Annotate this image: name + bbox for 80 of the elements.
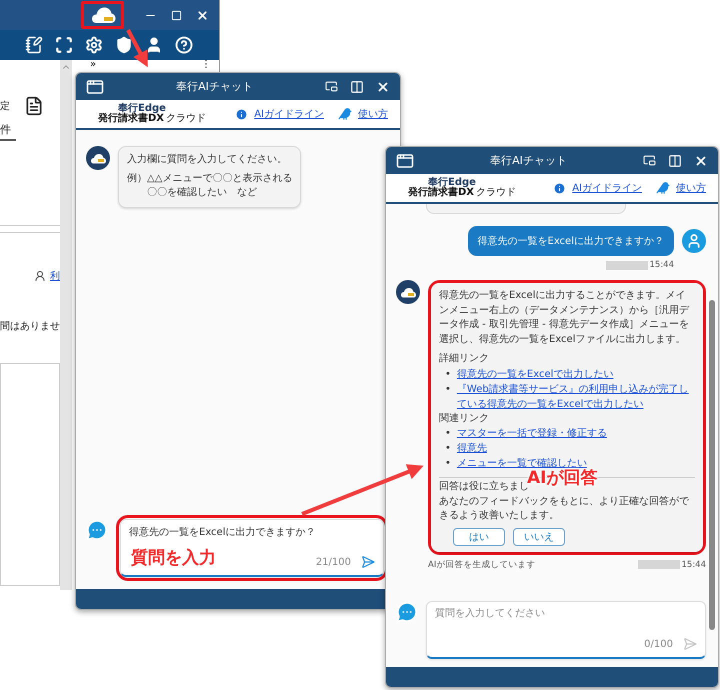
chat-icon bbox=[396, 601, 418, 623]
user-avatar-icon bbox=[682, 229, 706, 253]
close-icon[interactable] bbox=[694, 154, 708, 168]
logo-text: 発行請求書DX bbox=[98, 114, 164, 124]
logo-text: 奉行Edge bbox=[118, 104, 167, 114]
tab[interactable]: 件 bbox=[0, 122, 16, 141]
callout-label: 質問を入力 bbox=[131, 547, 216, 569]
notepad-pen-icon[interactable] bbox=[25, 36, 43, 54]
logo-text: クラウド bbox=[166, 114, 206, 124]
arrow bbox=[126, 29, 148, 68]
character-counter: 21/100 bbox=[316, 556, 351, 568]
callout-label: AIが回答 bbox=[527, 468, 598, 488]
window-icon bbox=[86, 78, 104, 96]
message-text: 入力欄に質問を入力してください。 bbox=[127, 153, 288, 167]
popout-icon[interactable] bbox=[643, 154, 656, 167]
scrollbar[interactable] bbox=[60, 60, 72, 590]
redacted-block bbox=[638, 560, 680, 569]
bird-icon bbox=[338, 107, 352, 121]
redacted-block bbox=[606, 260, 648, 270]
guideline-link[interactable]: AIガイドライン bbox=[254, 107, 324, 121]
feedback-button[interactable]: はい bbox=[453, 528, 505, 546]
example-label: 例） bbox=[127, 172, 147, 186]
logo-text: クラウド bbox=[476, 188, 516, 198]
expand-glyph[interactable]: » bbox=[90, 60, 96, 70]
logo-text: 発行請求書DX bbox=[408, 188, 474, 198]
timestamp: 15:44 bbox=[650, 260, 674, 270]
send-icon[interactable] bbox=[361, 555, 375, 569]
example-text: 〇〇を確認したい など bbox=[147, 186, 258, 200]
character-counter: 0/100 bbox=[644, 638, 673, 650]
message-text: 間はありませ bbox=[0, 320, 60, 333]
info-icon bbox=[553, 182, 566, 194]
frame-corners-icon[interactable] bbox=[55, 36, 73, 54]
document-icon[interactable] bbox=[24, 96, 44, 116]
menu-glyph[interactable]: ⋮ bbox=[201, 60, 211, 70]
help-link[interactable]: 得意先の一覧をExcelで出力したい bbox=[456, 366, 614, 382]
split-view-icon[interactable] bbox=[668, 154, 682, 168]
window-title: 奉行AIチャット bbox=[175, 79, 254, 94]
window-icon bbox=[396, 152, 414, 170]
split-view-icon[interactable] bbox=[350, 80, 364, 94]
close-icon[interactable] bbox=[196, 8, 209, 22]
popout-icon[interactable] bbox=[325, 80, 338, 93]
window-title: 奉行AIチャット bbox=[489, 153, 568, 168]
bullet: • bbox=[445, 368, 451, 382]
bullet: • bbox=[445, 427, 451, 441]
example-text: △△メニューで〇〇と表示される bbox=[147, 172, 292, 186]
section-heading: 詳細リンク bbox=[439, 352, 490, 366]
ai-avatar-icon bbox=[86, 146, 110, 170]
help-link[interactable]: マスターを一括で登録・修正する bbox=[456, 426, 607, 441]
question-input[interactable]: 得意先の一覧をExcelに出力できますか？ bbox=[129, 526, 375, 537]
feedback-button[interactable]: いいえ bbox=[513, 528, 565, 546]
info-icon bbox=[235, 108, 248, 120]
bullet: • bbox=[445, 382, 451, 396]
bullet: • bbox=[445, 442, 451, 456]
setting-label: 定 bbox=[0, 100, 10, 113]
chat-icon bbox=[86, 519, 108, 541]
maximize-icon[interactable] bbox=[171, 10, 182, 20]
question-input[interactable]: 質問を入力してください bbox=[435, 608, 697, 619]
user-message: 得意先の一覧をExcelに出力できますか？ bbox=[468, 226, 674, 256]
shield-icon[interactable] bbox=[115, 36, 133, 54]
user-link[interactable]: 利 bbox=[50, 269, 60, 283]
user-icon bbox=[34, 270, 46, 282]
help-link[interactable]: 使い方 bbox=[358, 107, 388, 121]
help-link[interactable]: 使い方 bbox=[676, 181, 706, 195]
ai-avatar-icon bbox=[396, 280, 420, 304]
user-icon[interactable] bbox=[145, 36, 163, 54]
help-link[interactable]: 得意先 bbox=[456, 441, 487, 456]
close-icon[interactable] bbox=[376, 80, 390, 94]
guideline-link[interactable]: AIガイドライン bbox=[572, 181, 642, 195]
section-heading: 関連リンク bbox=[439, 412, 490, 426]
bullet: • bbox=[445, 457, 451, 471]
answer-text: 得意先の一覧をExcelに出力することができます。メインメニュー右上の（データメンテナンス）から［汎用データ作成 - 取引先管理 - 得意先データ作成］メニューを選択し、得意先の一覧をExcelファイルに出力します。 bbox=[439, 289, 690, 346]
help-icon[interactable] bbox=[175, 36, 193, 54]
help-link[interactable]: 『Web請求書等サービス』の利用申し込みが完了している得意先の一覧をExcelで出力したい bbox=[456, 382, 695, 412]
settings-icon[interactable] bbox=[85, 36, 103, 54]
logo-text: 奉行Edge bbox=[428, 178, 477, 188]
status-text: AIが回答を生成しています bbox=[428, 558, 536, 570]
timestamp: 15:44 bbox=[682, 560, 706, 570]
feedback-question: 回答は役に立ちまし bbox=[439, 480, 529, 494]
feedback-note: あなたのフィードバックをもとに、より正確な回答ができるよう改善いたします。 bbox=[439, 494, 690, 523]
bird-icon bbox=[656, 181, 670, 195]
